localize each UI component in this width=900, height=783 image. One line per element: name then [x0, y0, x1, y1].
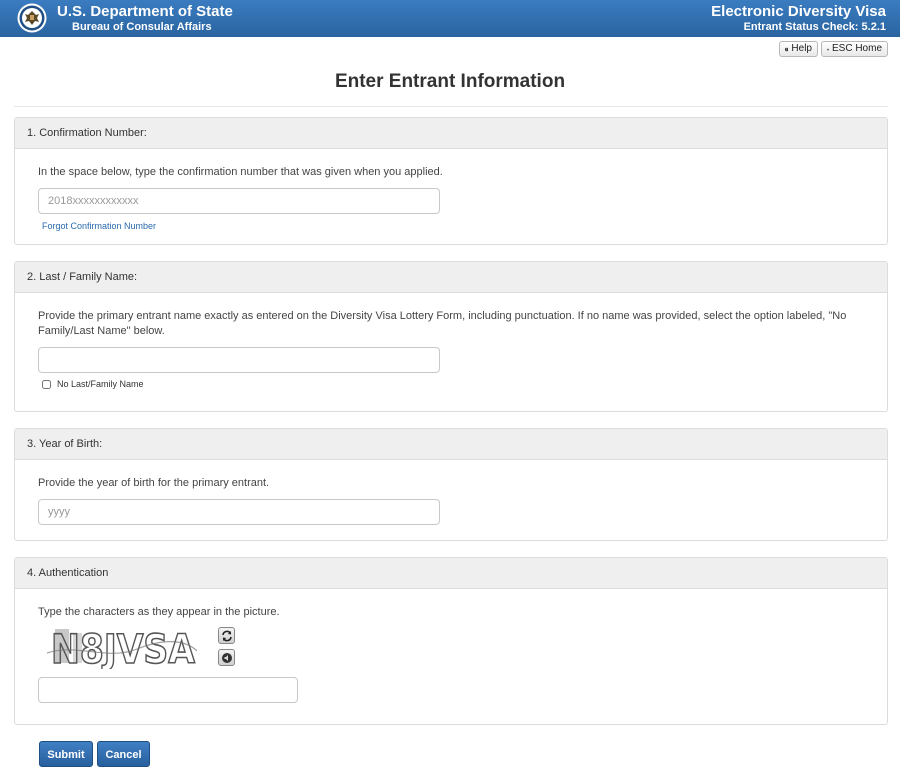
help-button[interactable]: ? Help — [779, 41, 818, 57]
captcha-image: N8JVSA — [47, 623, 197, 669]
captcha-input[interactable] — [38, 677, 298, 703]
bureau-name: Bureau of Consular Affairs — [72, 21, 212, 33]
refresh-icon — [221, 630, 232, 641]
app-subtitle: Entrant Status Check: 5.2.1 — [743, 21, 886, 33]
confirmation-instruction: In the space below, type the confirmatio… — [38, 166, 443, 178]
birth-year-panel: 3. Year of Birth: Provide the year of bi… — [14, 428, 888, 541]
confirmation-number-input[interactable] — [38, 188, 440, 214]
page-title: Enter Entrant Information — [334, 71, 566, 92]
last-name-heading: 2. Last / Family Name: — [15, 262, 887, 293]
cancel-button[interactable]: Cancel — [97, 741, 150, 767]
home-label: ESC Home — [831, 43, 882, 54]
submit-button[interactable]: Submit — [39, 741, 93, 767]
agency-name: U.S. Department of State — [57, 3, 233, 20]
birth-year-instruction: Provide the year of birth for the primar… — [38, 477, 270, 489]
confirmation-panel: 1. Confirmation Number: In the space bel… — [14, 117, 888, 245]
site-header: U.S. Department of State Bureau of Consu… — [0, 0, 900, 37]
captcha-text: N8JVSA — [51, 627, 195, 669]
esc-home-button[interactable]: ESC Home — [821, 41, 888, 57]
state-department-seal-icon — [17, 3, 47, 33]
question-circle-icon: ? — [785, 47, 789, 51]
captcha-refresh-button[interactable] — [218, 627, 235, 644]
app-title: Electronic Diversity Visa — [711, 3, 886, 20]
captcha-audio-button[interactable] — [218, 649, 235, 666]
birth-year-input[interactable] — [38, 499, 440, 525]
help-label: Help — [791, 43, 812, 54]
authentication-instruction: Type the characters as they appear in th… — [38, 606, 280, 618]
authentication-heading: 4. Authentication — [15, 558, 887, 589]
no-last-name-checkbox[interactable] — [42, 379, 51, 389]
birth-year-heading: 3. Year of Birth: — [15, 429, 887, 460]
confirmation-heading: 1. Confirmation Number: — [15, 118, 887, 149]
last-name-input[interactable] — [38, 347, 440, 373]
authentication-panel: 4. Authentication Type the characters as… — [14, 557, 888, 725]
no-last-name-label: No Last/Family Name — [57, 379, 144, 389]
no-last-name-option[interactable]: No Last/Family Name — [42, 379, 144, 389]
forgot-confirmation-link[interactable]: Forgot Confirmation Number — [42, 221, 156, 231]
title-divider — [14, 106, 888, 107]
last-name-instruction: Provide the primary entrant name exactly… — [38, 310, 847, 337]
audio-icon — [221, 652, 232, 663]
last-name-panel: 2. Last / Family Name: Provide the prima… — [14, 261, 888, 412]
home-icon — [827, 48, 829, 50]
